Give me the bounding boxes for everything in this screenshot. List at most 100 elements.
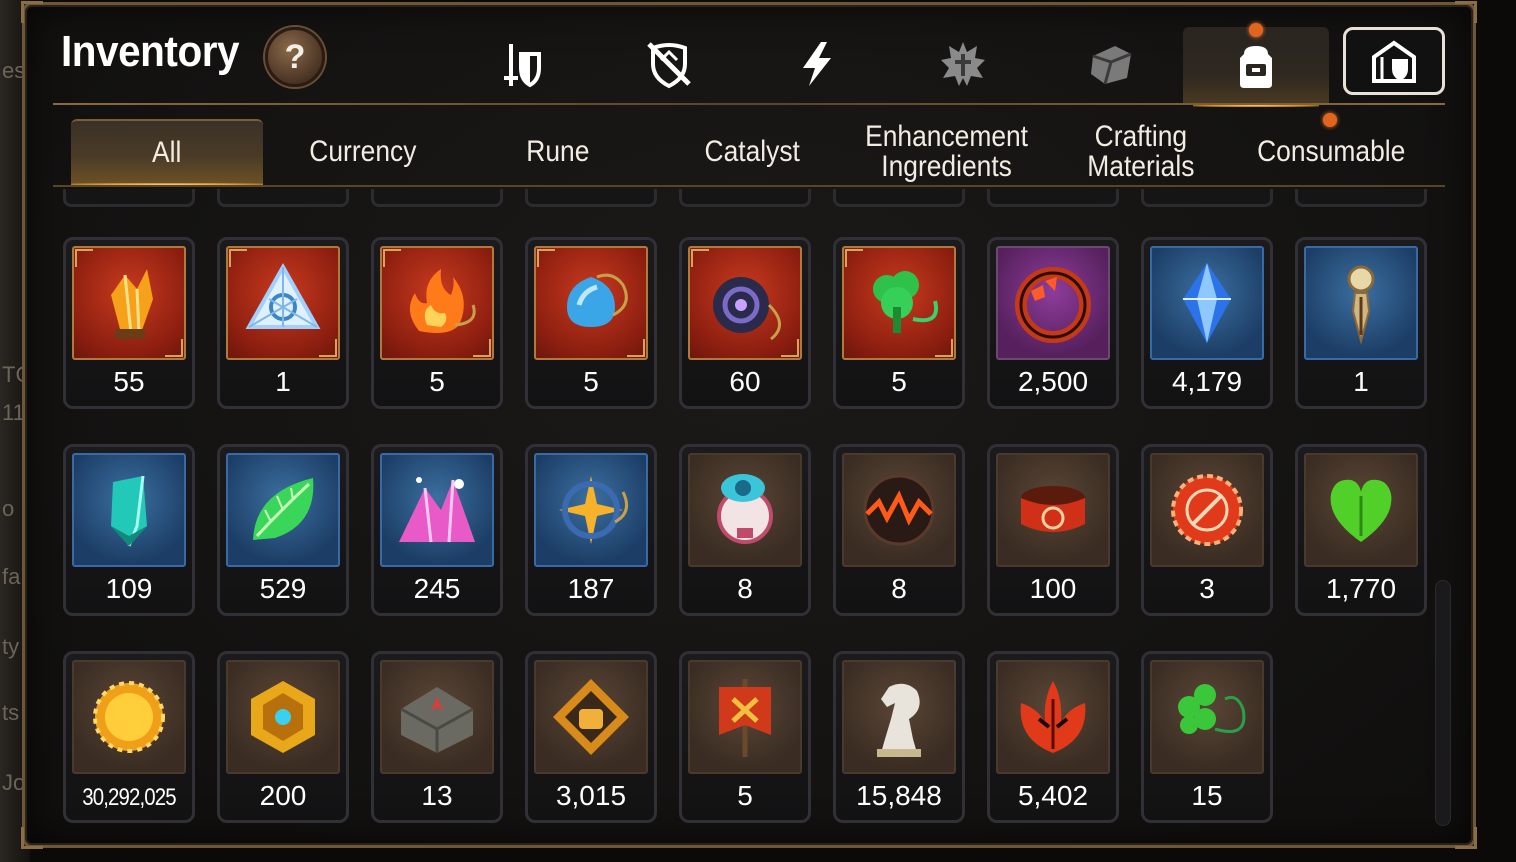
notification-dot — [1249, 23, 1263, 37]
star-charm-icon — [559, 476, 629, 544]
tab-consumable[interactable]: Consumable — [1231, 113, 1431, 185]
clover-charm-icon — [1178, 684, 1246, 734]
item-thumbnail — [1150, 246, 1264, 360]
item-slot[interactable]: 1 — [1295, 237, 1427, 409]
clipped-slot — [679, 189, 811, 207]
background-text: o — [2, 496, 15, 521]
item-slot[interactable]: 8 — [679, 444, 811, 616]
tab-crafting-materials[interactable]: Crafting Materials — [1059, 119, 1223, 185]
item-slot[interactable]: 5 — [525, 237, 657, 409]
item-thumbnail — [688, 246, 802, 360]
item-thumbnail — [72, 453, 186, 567]
item-quantity: 3,015 — [555, 780, 627, 811]
item-slot[interactable]: 13 — [371, 651, 503, 823]
item-quantity: 5,402 — [1017, 780, 1089, 811]
item-slot[interactable]: 187 — [525, 444, 657, 616]
item-slot[interactable]: 60 — [679, 237, 811, 409]
item-slot[interactable]: 30,292,025 — [63, 651, 195, 823]
item-thumbnail — [996, 453, 1110, 567]
item-slot[interactable]: 245 — [371, 444, 503, 616]
no-shield-icon — [647, 42, 691, 89]
item-slot[interactable]: 3 — [1141, 444, 1273, 616]
gold-emblem-icon — [251, 681, 315, 753]
fire-charm-icon — [409, 269, 476, 333]
item-slot[interactable]: 15,848 — [833, 651, 965, 823]
tab-catalyst[interactable]: Catalyst — [665, 119, 839, 185]
item-quantity: 5 — [737, 780, 753, 811]
teal-crystal-icon — [111, 475, 147, 547]
tab-rune[interactable]: Rune — [471, 119, 645, 185]
background-text: fa — [2, 564, 21, 589]
red-leaf-icon — [1020, 681, 1086, 753]
item-slot[interactable]: 5 — [833, 237, 965, 409]
item-slot[interactable]: 1,770 — [1295, 444, 1427, 616]
material-category-button[interactable] — [1081, 33, 1141, 95]
armory-icon — [1372, 40, 1416, 83]
lava-orb-icon — [863, 474, 935, 546]
item-thumbnail — [688, 660, 802, 774]
tab-currency[interactable]: Currency — [275, 119, 451, 185]
item-thumbnail — [996, 660, 1110, 774]
item-quantity: 109 — [105, 573, 153, 604]
item-slot[interactable]: 5 — [679, 651, 811, 823]
red-seal-icon — [1171, 474, 1243, 546]
item-slot[interactable]: 1 — [217, 237, 349, 409]
white-knight-icon — [877, 683, 921, 757]
tab-enhancement-ingredients[interactable]: Enhancement Ingredients — [847, 119, 1047, 185]
item-slot[interactable]: 100 — [987, 444, 1119, 616]
skill-category-button[interactable] — [787, 33, 847, 95]
item-thumbnail — [842, 246, 956, 360]
equipment-category-button[interactable] — [491, 33, 551, 95]
item-slot[interactable]: 8 — [833, 444, 965, 616]
clipped-slot — [63, 189, 195, 207]
item-quantity: 245 — [413, 573, 461, 604]
orange-crystal-rune-icon — [111, 269, 153, 339]
item-quantity: 5 — [429, 366, 445, 397]
item-slot[interactable]: 200 — [217, 651, 349, 823]
item-thumbnail — [1304, 246, 1418, 360]
item-thumbnail — [72, 660, 186, 774]
item-thumbnail — [380, 246, 494, 360]
item-thumbnail — [226, 453, 340, 567]
item-thumbnail — [534, 660, 648, 774]
flame-ring-icon — [1015, 267, 1091, 343]
scrollbar[interactable] — [1435, 580, 1451, 826]
armor-category-button[interactable] — [639, 33, 699, 95]
inventory-category-button[interactable] — [1183, 23, 1329, 107]
red-band-icon — [1021, 486, 1085, 532]
water-charm-icon — [567, 273, 628, 327]
item-quantity: 55 — [113, 366, 145, 397]
item-slot[interactable]: 5 — [371, 237, 503, 409]
item-slot[interactable]: 529 — [217, 444, 349, 616]
gold-coin-icon — [93, 681, 165, 753]
item-quantity: 200 — [259, 780, 307, 811]
item-slot[interactable]: 109 — [63, 444, 195, 616]
item-quantity: 1,770 — [1325, 573, 1397, 604]
help-button[interactable]: ? — [265, 27, 325, 87]
clipped-slot — [217, 189, 349, 207]
item-quantity: 100 — [1029, 573, 1077, 604]
clipped-slot — [987, 189, 1119, 207]
tab-label: Consumable — [1256, 135, 1406, 168]
tab-label: All — [152, 136, 182, 169]
item-quantity: 30,292,025 — [82, 784, 176, 811]
item-slot[interactable]: 5,402 — [987, 651, 1119, 823]
spiky-crest-icon — [941, 42, 985, 86]
item-thumbnail — [226, 246, 340, 360]
item-slot[interactable]: 55 — [63, 237, 195, 409]
clipped-slot — [525, 189, 657, 207]
item-quantity: 1 — [275, 366, 291, 397]
clipped-slot — [371, 189, 503, 207]
blue-gem-icon — [1183, 263, 1231, 343]
tab-all[interactable]: All — [71, 119, 263, 187]
item-quantity: 4,179 — [1171, 366, 1243, 397]
crest-category-button[interactable] — [933, 33, 993, 95]
item-thumbnail — [688, 453, 802, 567]
item-slot[interactable]: 2,500 — [987, 237, 1119, 409]
armory-button[interactable] — [1343, 27, 1445, 95]
clipped-slot — [1141, 189, 1273, 207]
item-slot[interactable]: 15 — [1141, 651, 1273, 823]
item-slot[interactable]: 3,015 — [525, 651, 657, 823]
tab-label: Currency — [309, 135, 417, 168]
item-slot[interactable]: 4,179 — [1141, 237, 1273, 409]
